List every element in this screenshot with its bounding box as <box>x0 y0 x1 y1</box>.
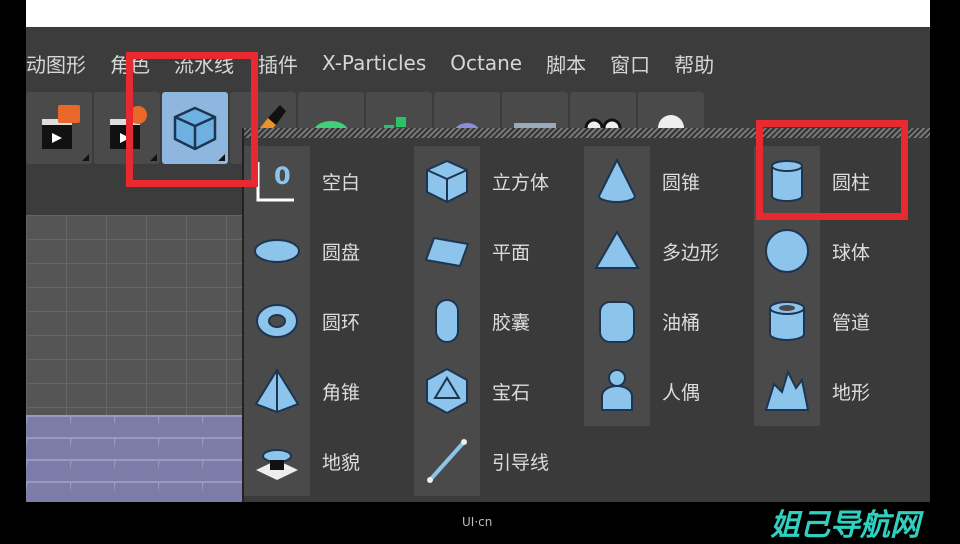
object-label: 多边形 <box>662 241 720 264</box>
disc-icon <box>244 216 310 286</box>
guide-icon <box>414 426 480 496</box>
oiltank-icon <box>584 286 650 356</box>
object-label: 圆环 <box>322 311 361 334</box>
menu-octane[interactable]: Octane <box>450 51 522 75</box>
cube-icon <box>414 146 480 216</box>
landscape-icon <box>754 356 820 426</box>
object-item-null[interactable]: 0 空白 <box>244 146 414 216</box>
object-label: 球体 <box>832 241 871 264</box>
object-label: 胶囊 <box>492 311 531 334</box>
menu-plugins[interactable]: 插件 <box>258 49 298 78</box>
object-item-polygon[interactable]: 多边形 <box>584 216 754 286</box>
object-label: 角锥 <box>322 381 361 404</box>
highlight-cylinder <box>756 120 908 220</box>
cone-icon <box>584 146 650 216</box>
object-item-plane[interactable]: 平面 <box>414 216 584 286</box>
object-label: 平面 <box>492 241 531 264</box>
top-bar <box>26 0 930 27</box>
object-item-landscape[interactable]: 地形 <box>754 356 924 426</box>
object-item-sphere[interactable]: 球体 <box>754 216 924 286</box>
clapper-orange-icon <box>42 105 80 149</box>
object-item-cube[interactable]: 立方体 <box>414 146 584 216</box>
platonic-icon <box>414 356 480 426</box>
render-view-button[interactable] <box>26 92 92 164</box>
object-item-tube[interactable]: 管道 <box>754 286 924 356</box>
object-label: 圆锥 <box>662 171 701 194</box>
menu-window[interactable]: 窗口 <box>610 49 650 78</box>
relief-icon <box>244 426 310 496</box>
cinema4d-window: 动图形 角色 流水线 插件 X-Particles Octane 脚本 窗口 帮… <box>26 27 930 502</box>
torus-icon <box>244 286 310 356</box>
object-item-guide[interactable]: 引导线 <box>414 426 584 496</box>
viewport[interactable] <box>26 215 242 502</box>
floor-grid <box>26 415 242 502</box>
object-label: 宝石 <box>492 381 531 404</box>
object-label: 立方体 <box>492 171 550 194</box>
menu-help[interactable]: 帮助 <box>674 49 714 78</box>
object-item-capsule[interactable]: 胶囊 <box>414 286 584 356</box>
capsule-icon <box>414 286 480 356</box>
sphere-icon <box>754 216 820 286</box>
svg-text:0: 0 <box>274 162 291 190</box>
menu-script[interactable]: 脚本 <box>546 49 586 78</box>
uicn-logo: UI·cn <box>462 515 493 529</box>
tube-icon <box>754 286 820 356</box>
object-item-platonic[interactable]: 宝石 <box>414 356 584 426</box>
highlight-cube-button <box>126 52 258 187</box>
object-label: 引导线 <box>492 451 550 474</box>
object-item-relief[interactable]: 地貌 <box>244 426 414 496</box>
object-item-cone[interactable]: 圆锥 <box>584 146 754 216</box>
object-item-pyramid[interactable]: 角锥 <box>244 356 414 426</box>
plane-icon <box>414 216 480 286</box>
object-label: 地形 <box>832 381 871 404</box>
object-label: 油桶 <box>662 311 701 334</box>
object-item-disc[interactable]: 圆盘 <box>244 216 414 286</box>
menu-x-particles[interactable]: X-Particles <box>322 51 426 75</box>
object-label: 管道 <box>832 311 871 334</box>
object-item-torus[interactable]: 圆环 <box>244 286 414 356</box>
object-item-figure[interactable]: 人偶 <box>584 356 754 426</box>
pyramid-icon <box>244 356 310 426</box>
polygon-icon <box>584 216 650 286</box>
figure-icon <box>584 356 650 426</box>
object-item-oiltank[interactable]: 油桶 <box>584 286 754 356</box>
watermark: 姐己导航网 <box>770 508 920 543</box>
object-label: 人偶 <box>662 381 701 404</box>
object-label: 地貌 <box>322 451 361 474</box>
object-label: 空白 <box>322 171 361 194</box>
object-label: 圆盘 <box>322 241 361 264</box>
menu-mograph[interactable]: 动图形 <box>26 49 86 78</box>
